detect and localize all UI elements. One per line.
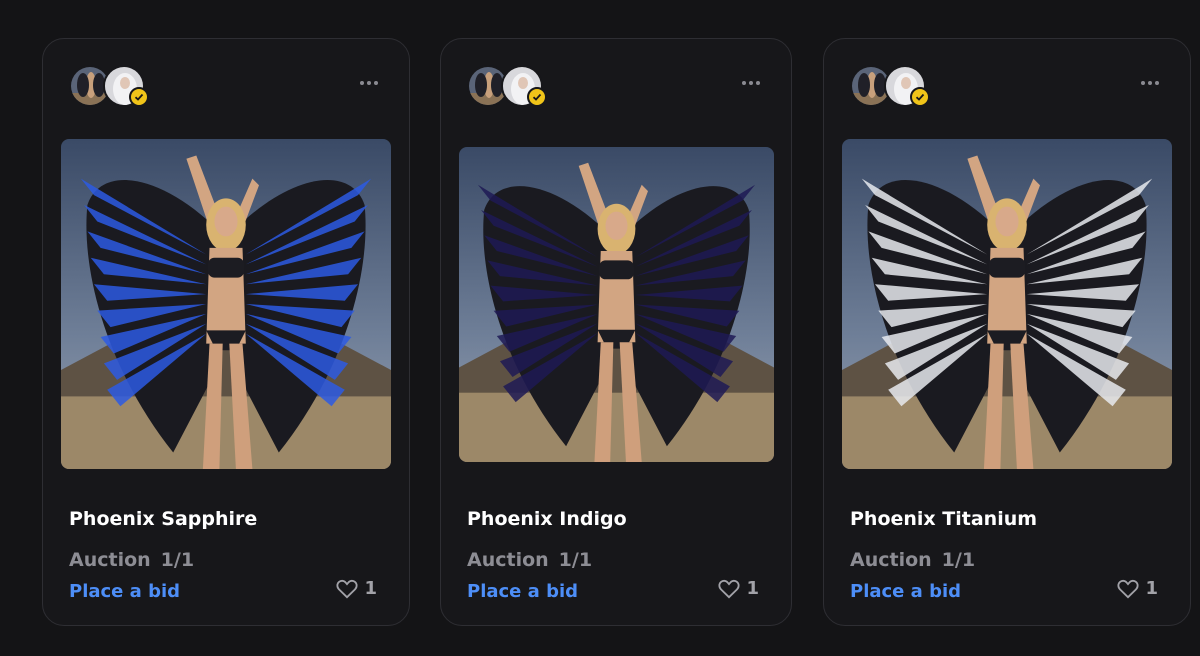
verified-badge-icon bbox=[910, 87, 930, 107]
place-bid-link[interactable]: Place a bid bbox=[850, 581, 961, 602]
nft-card[interactable]: Phoenix Titanium Auction 1/1 Place a bid … bbox=[823, 38, 1191, 626]
like-button[interactable]: 1 bbox=[1117, 578, 1158, 599]
edition-info: Auction 1/1 bbox=[69, 549, 194, 571]
creator-avatars[interactable] bbox=[850, 65, 940, 109]
nft-card[interactable]: Phoenix Sapphire Auction 1/1 Place a bid … bbox=[42, 38, 410, 626]
artwork-title[interactable]: Phoenix Titanium bbox=[850, 508, 1037, 530]
verified-badge-icon bbox=[129, 87, 149, 107]
artwork-title[interactable]: Phoenix Indigo bbox=[467, 508, 627, 530]
heart-icon bbox=[336, 579, 359, 598]
verified-badge-icon bbox=[527, 87, 547, 107]
creator-avatars[interactable] bbox=[467, 65, 557, 109]
artwork-image[interactable] bbox=[842, 139, 1172, 469]
creator-avatars[interactable] bbox=[69, 65, 159, 109]
like-button[interactable]: 1 bbox=[336, 578, 377, 599]
edition-count: 1/1 bbox=[160, 549, 195, 571]
place-bid-link[interactable]: Place a bid bbox=[69, 581, 180, 602]
artwork-illustration bbox=[459, 147, 774, 462]
edition-label: Auction bbox=[69, 549, 151, 571]
more-options-icon[interactable] bbox=[739, 71, 763, 95]
like-count: 1 bbox=[1145, 578, 1158, 599]
edition-info: Auction 1/1 bbox=[467, 549, 592, 571]
artwork-title[interactable]: Phoenix Sapphire bbox=[69, 508, 257, 530]
edition-count: 1/1 bbox=[558, 549, 593, 571]
artwork-image[interactable] bbox=[61, 139, 391, 469]
artwork-illustration bbox=[61, 139, 391, 469]
artwork-illustration bbox=[842, 139, 1172, 469]
like-button[interactable]: 1 bbox=[718, 578, 759, 599]
like-count: 1 bbox=[746, 578, 759, 599]
edition-label: Auction bbox=[467, 549, 549, 571]
nft-card[interactable]: Phoenix Indigo Auction 1/1 Place a bid 1 bbox=[440, 38, 792, 626]
edition-label: Auction bbox=[850, 549, 932, 571]
more-options-icon[interactable] bbox=[1138, 71, 1162, 95]
like-count: 1 bbox=[364, 578, 377, 599]
heart-icon bbox=[718, 579, 741, 598]
heart-icon bbox=[1117, 579, 1140, 598]
edition-count: 1/1 bbox=[941, 549, 976, 571]
place-bid-link[interactable]: Place a bid bbox=[467, 581, 578, 602]
edition-info: Auction 1/1 bbox=[850, 549, 975, 571]
more-options-icon[interactable] bbox=[357, 71, 381, 95]
artwork-image[interactable] bbox=[459, 147, 774, 462]
